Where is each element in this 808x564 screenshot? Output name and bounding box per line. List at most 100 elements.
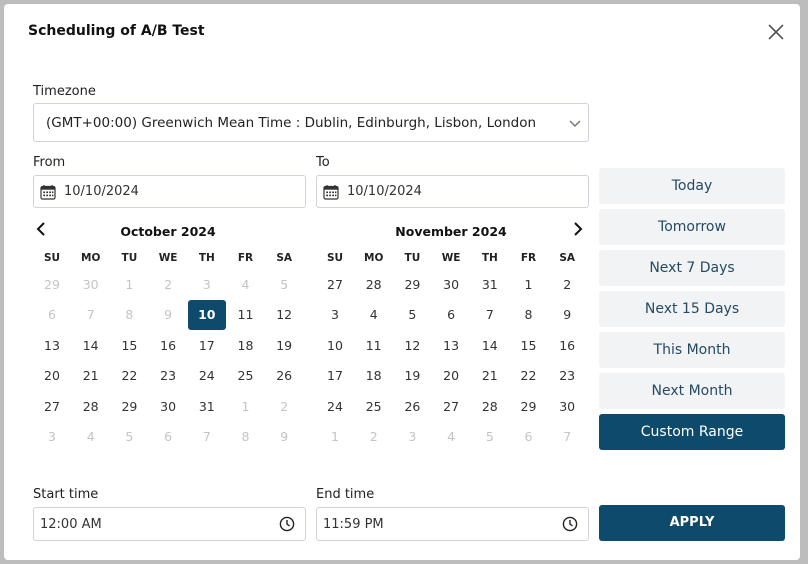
calendar-day[interactable]: 24 [188, 361, 226, 391]
calendar-day[interactable]: 15 [110, 331, 148, 361]
calendar-day[interactable]: 16 [548, 331, 586, 361]
to-date-input[interactable]: 10/10/2024 [316, 175, 589, 208]
calendar-day[interactable]: 7 [471, 300, 509, 330]
range-next-7-days-button[interactable]: Next 7 Days [599, 250, 785, 286]
calendar-day[interactable]: 21 [72, 361, 110, 391]
calendar-day[interactable]: 13 [33, 331, 71, 361]
calendar-day[interactable]: 28 [471, 392, 509, 422]
calendar-day[interactable]: 5 [393, 300, 431, 330]
calendar-day[interactable]: 26 [265, 361, 303, 391]
calendar-day[interactable]: 27 [316, 270, 354, 300]
calendar-day[interactable]: 3 [393, 422, 431, 452]
calendar-day[interactable]: 14 [471, 331, 509, 361]
calendar-day[interactable]: 4 [72, 422, 110, 452]
calendar-day[interactable]: 7 [72, 300, 110, 330]
calendar-day[interactable]: 17 [316, 361, 354, 391]
next-month-button[interactable] [568, 220, 586, 238]
calendar-day[interactable]: 18 [227, 331, 265, 361]
end-time-input[interactable]: 11:59 PM [316, 507, 589, 541]
calendar-day[interactable]: 3 [316, 300, 354, 330]
calendar-day[interactable]: 1 [110, 270, 148, 300]
calendar-day[interactable]: 9 [548, 300, 586, 330]
calendar-day[interactable]: 9 [265, 422, 303, 452]
from-date-input[interactable]: 10/10/2024 [33, 175, 306, 208]
calendar-day[interactable]: 11 [227, 300, 265, 330]
calendar-day[interactable]: 8 [110, 300, 148, 330]
calendar-day[interactable]: 28 [72, 392, 110, 422]
calendar-day[interactable]: 25 [227, 361, 265, 391]
calendar-day[interactable]: 31 [188, 392, 226, 422]
calendar-day[interactable]: 5 [265, 270, 303, 300]
start-time-input[interactable]: 12:00 AM [33, 507, 306, 541]
range-next-month-button[interactable]: Next Month [599, 373, 785, 409]
calendar-day[interactable]: 13 [432, 331, 470, 361]
apply-button[interactable]: APPLY [599, 505, 785, 541]
calendar-day[interactable]: 8 [510, 300, 548, 330]
calendar-day[interactable]: 14 [72, 331, 110, 361]
calendar-day[interactable]: 30 [548, 392, 586, 422]
calendar-day[interactable]: 23 [548, 361, 586, 391]
calendar-day[interactable]: 22 [510, 361, 548, 391]
range-this-month-button[interactable]: This Month [599, 332, 785, 368]
calendar-day[interactable]: 21 [471, 361, 509, 391]
calendar-day[interactable]: 30 [432, 270, 470, 300]
calendar-day[interactable]: 29 [33, 270, 71, 300]
calendar-day[interactable]: 17 [188, 331, 226, 361]
calendar-day[interactable]: 29 [110, 392, 148, 422]
calendar-day[interactable]: 19 [393, 361, 431, 391]
calendar-day[interactable]: 30 [72, 270, 110, 300]
calendar-day[interactable]: 22 [110, 361, 148, 391]
calendar-day[interactable]: 19 [265, 331, 303, 361]
calendar-day[interactable]: 9 [149, 300, 187, 330]
calendar-day[interactable]: 30 [149, 392, 187, 422]
calendar-day[interactable]: 2 [265, 392, 303, 422]
calendar-day[interactable]: 31 [471, 270, 509, 300]
calendar-day-selected[interactable]: 10 [187, 300, 226, 331]
range-custom-range-button[interactable]: Custom Range [599, 414, 785, 450]
calendar-day[interactable]: 3 [33, 422, 71, 452]
calendar-day[interactable]: 1 [227, 392, 265, 422]
calendar-day[interactable]: 28 [355, 270, 393, 300]
range-tomorrow-button[interactable]: Tomorrow [599, 209, 785, 245]
calendar-day[interactable]: 1 [510, 270, 548, 300]
calendar-day[interactable]: 2 [548, 270, 586, 300]
calendar-day[interactable]: 20 [33, 361, 71, 391]
range-today-button[interactable]: Today [599, 168, 785, 204]
calendar-day[interactable]: 6 [432, 300, 470, 330]
calendar-day[interactable]: 6 [510, 422, 548, 452]
calendar-day[interactable]: 23 [149, 361, 187, 391]
calendar-day[interactable]: 5 [110, 422, 148, 452]
calendar-day[interactable]: 2 [355, 422, 393, 452]
calendar-day[interactable]: 26 [393, 392, 431, 422]
weekday-header: FR [237, 252, 254, 264]
calendar-day[interactable]: 20 [432, 361, 470, 391]
calendar-day[interactable]: 3 [188, 270, 226, 300]
calendar-day[interactable]: 7 [188, 422, 226, 452]
range-next-15-days-button[interactable]: Next 15 Days [599, 291, 785, 327]
calendar-day[interactable]: 4 [227, 270, 265, 300]
timezone-select[interactable]: (GMT+00:00) Greenwich Mean Time : Dublin… [33, 103, 589, 142]
calendar-day[interactable]: 6 [149, 422, 187, 452]
calendar-day[interactable]: 29 [510, 392, 548, 422]
calendar-day[interactable]: 7 [548, 422, 586, 452]
calendar-day[interactable]: 4 [432, 422, 470, 452]
calendar-day[interactable]: 4 [355, 300, 393, 330]
calendar-day[interactable]: 1 [316, 422, 354, 452]
calendar-day[interactable]: 12 [393, 331, 431, 361]
calendar-day[interactable]: 27 [33, 392, 71, 422]
calendar-day[interactable]: 15 [510, 331, 548, 361]
calendar-day[interactable]: 12 [265, 300, 303, 330]
calendar-day[interactable]: 10 [316, 331, 354, 361]
calendar-day[interactable]: 25 [355, 392, 393, 422]
calendar-day[interactable]: 16 [149, 331, 187, 361]
calendar-day[interactable]: 8 [227, 422, 265, 452]
calendar-day[interactable]: 29 [393, 270, 431, 300]
calendar-day[interactable]: 11 [355, 331, 393, 361]
calendar-day[interactable]: 2 [149, 270, 187, 300]
calendar-day[interactable]: 6 [33, 300, 71, 330]
calendar-day[interactable]: 5 [471, 422, 509, 452]
close-button[interactable] [766, 22, 786, 42]
calendar-day[interactable]: 27 [432, 392, 470, 422]
calendar-day[interactable]: 18 [355, 361, 393, 391]
calendar-day[interactable]: 24 [316, 392, 354, 422]
